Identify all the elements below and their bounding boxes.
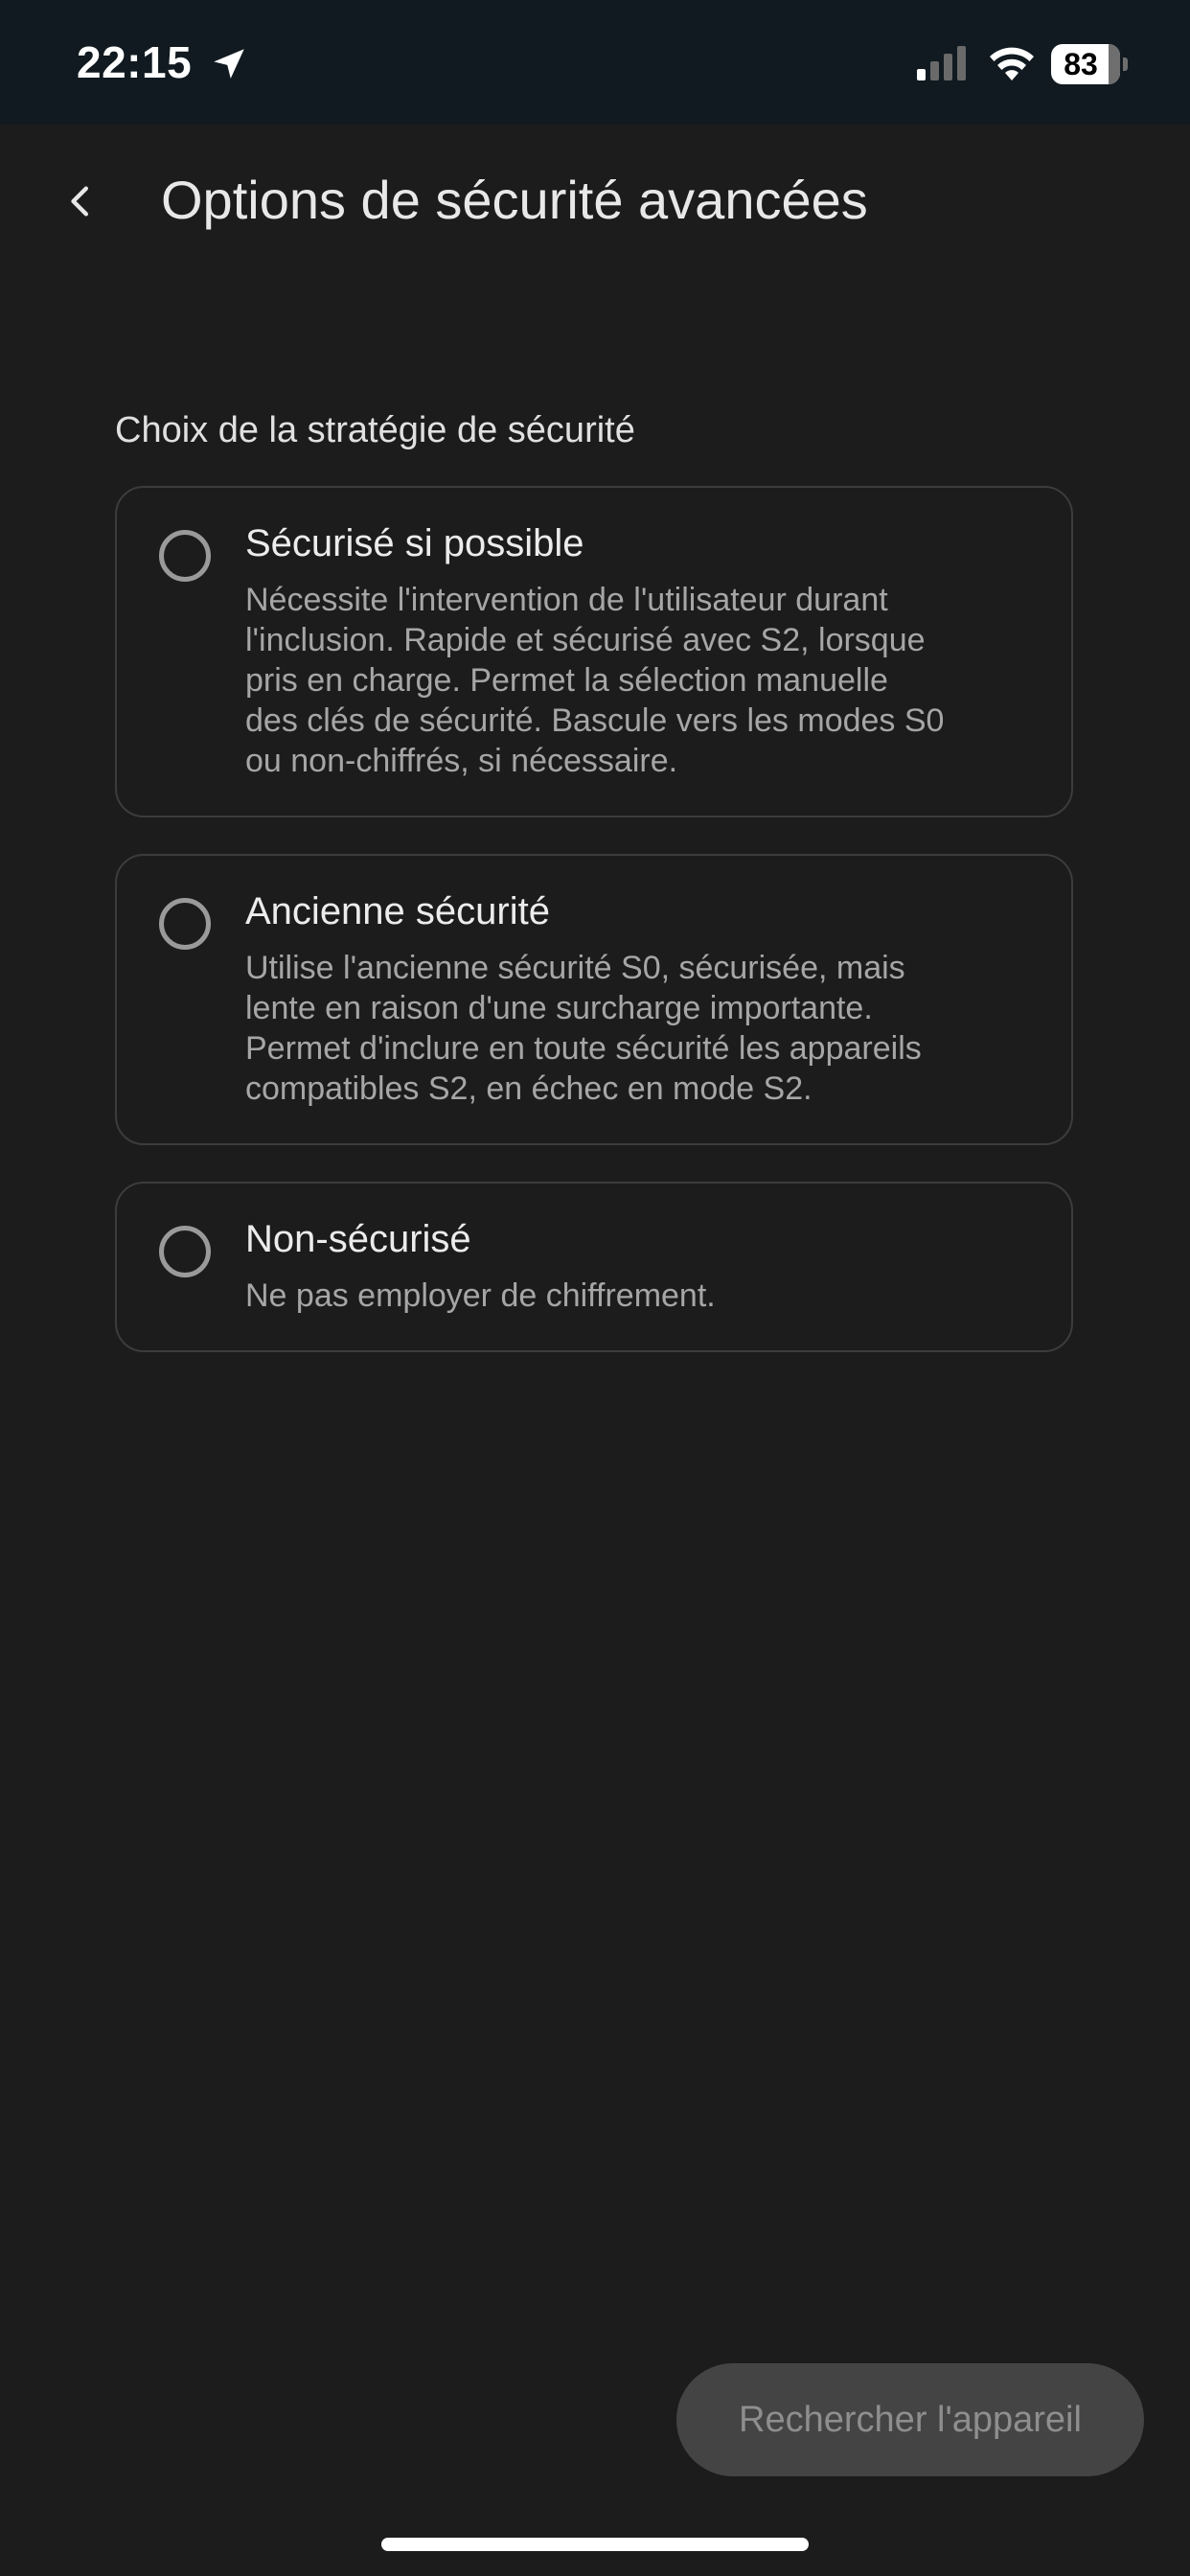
radio-button-insecure[interactable] xyxy=(159,1226,211,1277)
page-title: Options de sécurité avancées xyxy=(161,170,868,230)
option-card-insecure[interactable]: Non-sécurisé Ne pas employer de chiffrem… xyxy=(115,1182,1073,1352)
option-description-line: Nécessite l'intervention de l'utilisateu… xyxy=(245,582,888,618)
cellular-signal-icon xyxy=(917,46,966,80)
option-description-line: Permet d'inclure en toute sécurité les a… xyxy=(245,1030,922,1067)
option-description-line: des clés de sécurité. Bascule vers les m… xyxy=(245,702,945,739)
option-description-line: lente en raison d'une surcharge importan… xyxy=(245,990,873,1026)
location-arrow-icon xyxy=(214,49,244,79)
battery-tip xyxy=(1123,58,1128,71)
option-title: Ancienne sécurité xyxy=(245,890,550,932)
battery-icon: 83 xyxy=(1051,44,1128,84)
option-description-line: compatibles S2, en échec en mode S2. xyxy=(245,1070,812,1107)
option-description-line: ou non-chiffrés, si nécessaire. xyxy=(245,743,678,779)
radio-button-legacy-security[interactable] xyxy=(159,898,211,950)
option-description-line: l'inclusion. Rapide et sécurisé avec S2,… xyxy=(245,622,926,658)
status-time: 22:15 xyxy=(77,37,193,87)
option-description-line: pris en charge. Permet la sélection manu… xyxy=(245,662,888,699)
radio-button-secure-if-possible[interactable] xyxy=(159,530,211,582)
option-description: Ne pas employer de chiffrement. xyxy=(245,1276,1060,1316)
back-button[interactable] xyxy=(50,171,111,232)
option-description: Nécessite l'intervention de l'utilisateu… xyxy=(245,580,1060,781)
section-label: Choix de la stratégie de sécurité xyxy=(115,410,635,450)
search-device-button[interactable]: Rechercher l'appareil xyxy=(676,2363,1144,2476)
option-card-legacy-security[interactable]: Ancienne sécurité Utilise l'ancienne séc… xyxy=(115,854,1073,1145)
option-description-line: Ne pas employer de chiffrement. xyxy=(245,1277,716,1314)
option-description: Utilise l'ancienne sécurité S0, sécurisé… xyxy=(245,948,1060,1109)
chevron-left-icon xyxy=(71,186,89,217)
status-bar: 22:15 83 xyxy=(0,0,1190,125)
home-indicator[interactable] xyxy=(381,2538,809,2551)
battery-level: 83 xyxy=(1064,47,1098,81)
battery-body: 83 xyxy=(1051,44,1120,84)
option-description-line: Utilise l'ancienne sécurité S0, sécurisé… xyxy=(245,950,905,986)
screen: 22:15 83 Options de sécurité avancées Ch… xyxy=(0,0,1190,2576)
option-title: Sécurisé si possible xyxy=(245,522,584,564)
option-title: Non-sécurisé xyxy=(245,1218,471,1260)
wifi-icon xyxy=(990,47,1034,80)
option-card-secure-if-possible[interactable]: Sécurisé si possible Nécessite l'interve… xyxy=(115,486,1073,817)
